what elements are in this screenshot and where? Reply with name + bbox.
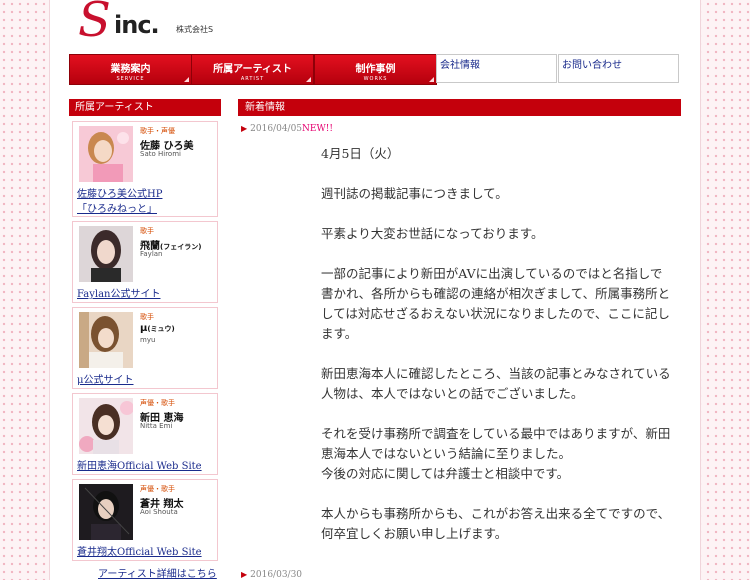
entry-paragraph: それを受け事務所で調査をしている最中ではありますが、新田恵海本人ではないという結… xyxy=(321,426,671,461)
news-title: 新着情報 xyxy=(238,99,681,116)
corner-arrow-icon xyxy=(184,77,189,82)
nav-contact-link[interactable]: お問い合わせ xyxy=(558,54,679,83)
artist-photo[interactable] xyxy=(79,484,133,540)
corner-arrow-icon xyxy=(429,77,434,82)
artist-card-myu: 歌手 μ(ミュウ) myu μ公式サイト xyxy=(72,307,218,389)
artist-link-aoi[interactable]: 蒼井翔太Official Web Site xyxy=(77,543,202,558)
artist-role: 歌手 xyxy=(140,227,154,235)
artist-role: 歌手・声優 xyxy=(140,127,175,135)
entry-paragraph: 新田恵海本人に確認したところ、当該の記事とみなされている人物は、本人ではないとの… xyxy=(321,366,671,401)
artist-role: 歌手 xyxy=(140,313,154,321)
entry-date: ▶ 2016/04/05NEW!! xyxy=(241,124,333,134)
entry-paragraph: 平素より大変お世話になっております。 xyxy=(321,226,544,241)
sidebar-title: 所属アーティスト xyxy=(69,99,221,116)
next-entry-date-text: 2016/03/30 xyxy=(250,570,303,580)
triangle-right-icon: ▶ xyxy=(241,570,248,579)
artist-roman: Faylan xyxy=(140,250,163,258)
artist-card-faylan: 歌手 飛蘭(フェイラン) Faylan Faylan公式サイト xyxy=(72,221,218,303)
nav-service-button[interactable]: 業務案内 SERVICE xyxy=(69,54,192,85)
entry-paragraph: 一部の記事により新田がAVに出演しているのではと名指しで書かれ、各所からも確認の… xyxy=(321,266,671,341)
artist-details-link[interactable]: アーティスト詳細はこちら xyxy=(98,565,217,580)
nav-service-label: 業務案内 xyxy=(110,64,151,75)
nav-works-label: 制作事例 xyxy=(355,64,396,75)
artist-role: 声優・歌手 xyxy=(140,485,175,493)
triangle-right-icon: ▶ xyxy=(241,124,248,133)
logo-mark: S xyxy=(78,0,111,48)
artist-link-faylan[interactable]: Faylan公式サイト xyxy=(77,285,160,300)
entry-body: 4月5日（火） 週刊誌の掲載記事につきまして。 平素より大変お世話になっておりま… xyxy=(321,144,671,564)
nav-artist-label: 所属アーティスト xyxy=(213,64,292,75)
logo-subtitle: 株式会社S xyxy=(176,25,214,34)
artist-link-sato-2[interactable]: 「ひろみねっと」 xyxy=(77,200,157,215)
artist-roman: myu xyxy=(140,336,156,344)
artist-photo[interactable] xyxy=(79,398,133,454)
artist-card-sato: 歌手・声優 佐藤 ひろ美 Sato Hiromi 佐藤ひろ美公式HP 「ひろみね… xyxy=(72,121,218,217)
nav-service-sub: SERVICE xyxy=(116,76,145,82)
artist-photo[interactable] xyxy=(79,126,133,182)
artist-roman: Aoi Shouta xyxy=(140,508,178,516)
entry-date-text: 2016/04/05 xyxy=(250,124,303,134)
artist-link-nitta[interactable]: 新田恵海Official Web Site xyxy=(77,457,202,472)
logo-text: inc. xyxy=(114,11,160,39)
artist-card-nitta: 声優・歌手 新田 恵海 Nitta Emi 新田恵海Official Web S… xyxy=(72,393,218,475)
new-badge: NEW!! xyxy=(302,124,333,134)
artist-role: 声優・歌手 xyxy=(140,399,175,407)
nav-artist-sub: ARTIST xyxy=(240,76,265,82)
entry-paragraph: 今後の対応に関しては弁護士と相談中です。 xyxy=(321,466,570,481)
artist-roman: Nitta Emi xyxy=(140,422,173,430)
corner-arrow-icon xyxy=(306,77,311,82)
artist-link-myu[interactable]: μ公式サイト xyxy=(77,371,134,386)
next-entry-date: ▶ 2016/03/30 xyxy=(241,570,302,580)
artist-photo[interactable] xyxy=(79,312,133,368)
artist-card-aoi: 声優・歌手 蒼井 翔太 Aoi Shouta 蒼井翔太Official Web … xyxy=(72,479,218,561)
main-nav: 業務案内 SERVICE 所属アーティスト ARTIST 制作事例 WORKS … xyxy=(69,54,681,85)
nav-artist-button[interactable]: 所属アーティスト ARTIST xyxy=(191,54,314,85)
page-container: S inc. 株式会社S 業務案内 SERVICE 所属アーティスト ARTIS… xyxy=(50,0,700,580)
nav-works-button[interactable]: 制作事例 WORKS xyxy=(314,54,437,85)
artist-roman: Sato Hiromi xyxy=(140,150,181,158)
entry-paragraph: 本人からも事務所からも、これがお答え出来る全てですので、何卒宜しくお願い申し上げ… xyxy=(321,506,671,541)
artist-photo[interactable] xyxy=(79,226,133,282)
nav-company-link[interactable]: 会社情報 xyxy=(436,54,557,83)
artist-link-sato[interactable]: 佐藤ひろ美公式HP xyxy=(77,185,162,200)
entry-paragraph: 週刊誌の掲載記事につきまして。 xyxy=(321,186,508,201)
nav-works-sub: WORKS xyxy=(363,76,388,82)
entry-paragraph: 4月5日（火） xyxy=(321,146,400,161)
artist-name: μ(ミュウ) xyxy=(140,323,175,334)
